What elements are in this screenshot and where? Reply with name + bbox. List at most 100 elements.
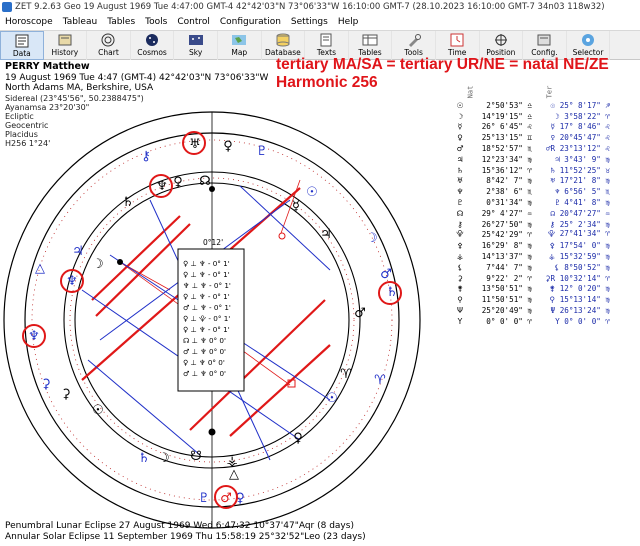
tertiary-position: ⚴ 17°54' 0" ♍ — [549, 241, 610, 251]
planet-glyph-saturn: ♄ — [122, 195, 134, 210]
app-icon — [2, 2, 12, 12]
menu-settings[interactable]: Settings — [286, 17, 333, 27]
natal-planet-glyph: ⚷ — [457, 219, 463, 229]
natal-position: 15°36'12" ♈ — [481, 165, 532, 175]
natal-planet-glyph: ♅ — [456, 176, 464, 186]
position-row: ⚲ 11°50'51" ♍ ⚲ 15°13'14" ♍ — [454, 294, 638, 305]
planet-glyph-mars: ♂ — [380, 267, 392, 282]
planet-glyph-venus-4: ♀ — [235, 491, 245, 506]
natal-planet-glyph: ☊ — [456, 208, 464, 218]
toolbar-label: Data — [12, 49, 31, 58]
planet-glyph-aries-2: ♈ — [374, 373, 386, 388]
blue-aspect-lines — [81, 185, 331, 461]
menu-tools[interactable]: Tools — [140, 17, 172, 27]
position-row: ⚶ 14°13'37" ♍ ⚶ 15°32'59" ♍ — [454, 251, 638, 262]
position-row: ♇ 0°31'34" ♍ ♇ 4°41' 8" ♍ — [454, 197, 638, 208]
natal-planet-glyph: ♂ — [456, 144, 464, 154]
time-icon — [450, 33, 464, 47]
aspect-orb-label: 0°12' — [203, 238, 223, 247]
config-icon — [537, 34, 551, 46]
position-row: ♀ 25°13'15" ♊ ♀ 20°45'47" ♌ — [454, 132, 638, 143]
menu-control[interactable]: Control — [172, 17, 215, 27]
window-title: ZET 9.2.63 Geo 19 August 1969 Tue 4:47:0… — [15, 2, 605, 12]
natal-position: 25°13'15" ♊ — [481, 133, 532, 143]
database-icon — [276, 33, 290, 47]
toolbar-map-button[interactable]: Map — [218, 31, 262, 60]
degree-ticks-outer — [31, 139, 393, 501]
tertiary-position: ⚳R 10°32'14" ♈ — [544, 273, 610, 283]
planet-glyph-triangle-3: △ — [229, 467, 239, 482]
menu-tableau[interactable]: Tableau — [58, 17, 103, 27]
natal-position: 11°50'51" ♍ — [481, 295, 532, 305]
planet-glyph-moon-2: ☽ — [92, 257, 104, 272]
positions-rows: ☉ 2°50'53" ♎ ☉ 25° 8'17" ♐ ☽ 14°19'15" ♎ ☽ 3°… — [454, 100, 638, 327]
natal-position: 25°20'49" ♍ — [481, 306, 532, 316]
outer-inner-ring — [24, 132, 400, 508]
natal-planet-glyph: ☉ — [456, 100, 464, 110]
position-row: ♃ 12°23'34" ♍ ♃ 3°43' 9" ♍ — [454, 154, 638, 165]
degree-ticks-inner — [69, 177, 355, 463]
toolbar-sky-button[interactable]: Sky — [174, 31, 218, 60]
chart-point — [117, 259, 123, 265]
solar-eclipse-line: Annular Solar Eclipse 11 September 1969 … — [5, 532, 366, 542]
aspect-box — [177, 248, 245, 392]
toolbar-label: Chart — [98, 48, 119, 57]
map-icon — [232, 35, 247, 45]
menu-help[interactable]: Help — [333, 17, 364, 27]
toolbar-cosmos-button[interactable]: Cosmos — [131, 31, 175, 60]
person-name: PERRY Matthew — [5, 61, 90, 72]
natal-planet-glyph: ⚵ — [457, 284, 463, 294]
tertiary-position: ♆ 6°56' 5" ♏ — [555, 187, 610, 197]
menu-tables[interactable]: Tables — [102, 17, 140, 27]
aspect-row: ♆ ⊥ ♆ - 0° 1' — [183, 281, 231, 290]
menu-configuration[interactable]: Configuration — [215, 17, 286, 27]
aspect-row: ♀ ⊥ ♆ - 0° 1' — [183, 270, 230, 279]
aspect-row: ☊ ⊥ ♆ 0° 0' — [183, 336, 226, 345]
tertiary-position: ⚵ 12° 0'20" ♍ — [549, 284, 610, 294]
menu-horoscope[interactable]: Horoscope — [0, 17, 58, 27]
natal-planet-glyph: ⚳ — [457, 273, 463, 283]
position-row: Υ 0° 0' 0" ♈ Υ 0° 0' 0" ♈ — [454, 316, 638, 327]
planet-glyph-sun-3: ☉ — [92, 403, 104, 418]
tertiary-position: ☊ 20°47'27" ♒ — [550, 208, 610, 218]
tertiary-position: ♄ 11°52'25" ♉ — [550, 165, 610, 175]
natal-position: 7°44' 7" ♍ — [486, 262, 532, 272]
eclipse-footer: Penumbral Lunar Eclipse 27 August 1969 W… — [5, 521, 366, 543]
history-icon — [58, 34, 72, 46]
toolbar-history-button[interactable]: History — [44, 31, 88, 60]
position-row: ♅ 8°42' 7" ♍ ♅ 17°21' 8" ♍ — [454, 176, 638, 187]
natal-planet-glyph: ☿ — [457, 122, 463, 132]
planet-glyph-moon-3: ☽ — [158, 451, 170, 466]
annotation-line-1: tertiary MA/SA = tertiary UR/NE = natal … — [276, 56, 609, 73]
planet-glyph-triangle-2: ⚶ — [226, 454, 237, 469]
geocentric-line: Geocentric — [5, 120, 49, 130]
natal-planet-glyph: ⚲ — [457, 295, 463, 305]
position-row: ⯓ 25°42'29" ♈ ⯓ 27°41'34" ♈ — [454, 229, 638, 241]
tertiary-position: ♀ 20°45'47" ♌ — [550, 133, 610, 143]
position-row: ♆ 2°38' 6" ♏ ♆ 6°56' 5" ♏ — [454, 186, 638, 197]
tertiary-position: ⚶ 15°32'59" ♍ — [548, 252, 610, 262]
sidereal-line: Sidereal (23°45'56", 50.2388475") — [5, 93, 144, 103]
red-aspect-lines — [81, 187, 331, 437]
planet-glyph-venus-3: ♀ — [293, 431, 303, 446]
natal-planet-glyph: ⯓ — [456, 229, 464, 239]
toolbar-label: Sky — [189, 48, 203, 57]
chart-info: PERRY Matthew 19 August 1969 Tue 4:47 (G… — [5, 61, 268, 147]
natal-position: 29° 4'27" ♒ — [481, 208, 532, 218]
planet-glyph-pluto-2: ♇ — [198, 491, 210, 506]
toolbar-label: Cosmos — [137, 48, 167, 57]
planet-glyph-chiron: ⚷ — [141, 149, 151, 164]
toolbar-chart-button[interactable]: Chart — [87, 31, 131, 60]
chart-point — [208, 428, 216, 436]
natal-planet-glyph: ♀ — [457, 133, 463, 143]
toolbar-data-button[interactable]: Data — [0, 31, 44, 60]
position-row: ♄ 15°36'12" ♈ ♄ 11°52'25" ♉ — [454, 165, 638, 176]
natal-planet-glyph: ♃ — [456, 154, 464, 164]
tertiary-position: ⚷ 25° 2'34" ♍ — [549, 219, 610, 229]
planet-glyph-ceres-2: ⚳ — [61, 387, 71, 402]
natal-position: 14°13'37" ♍ — [481, 252, 532, 262]
natal-position: 14°19'15" ♎ — [481, 111, 532, 121]
planet-glyph-jupiter: ♃ — [320, 227, 332, 242]
natal-position: 0°31'34" ♍ — [486, 198, 532, 208]
tertiary-position: ♂R 23°13'12" ♌ — [545, 144, 610, 154]
